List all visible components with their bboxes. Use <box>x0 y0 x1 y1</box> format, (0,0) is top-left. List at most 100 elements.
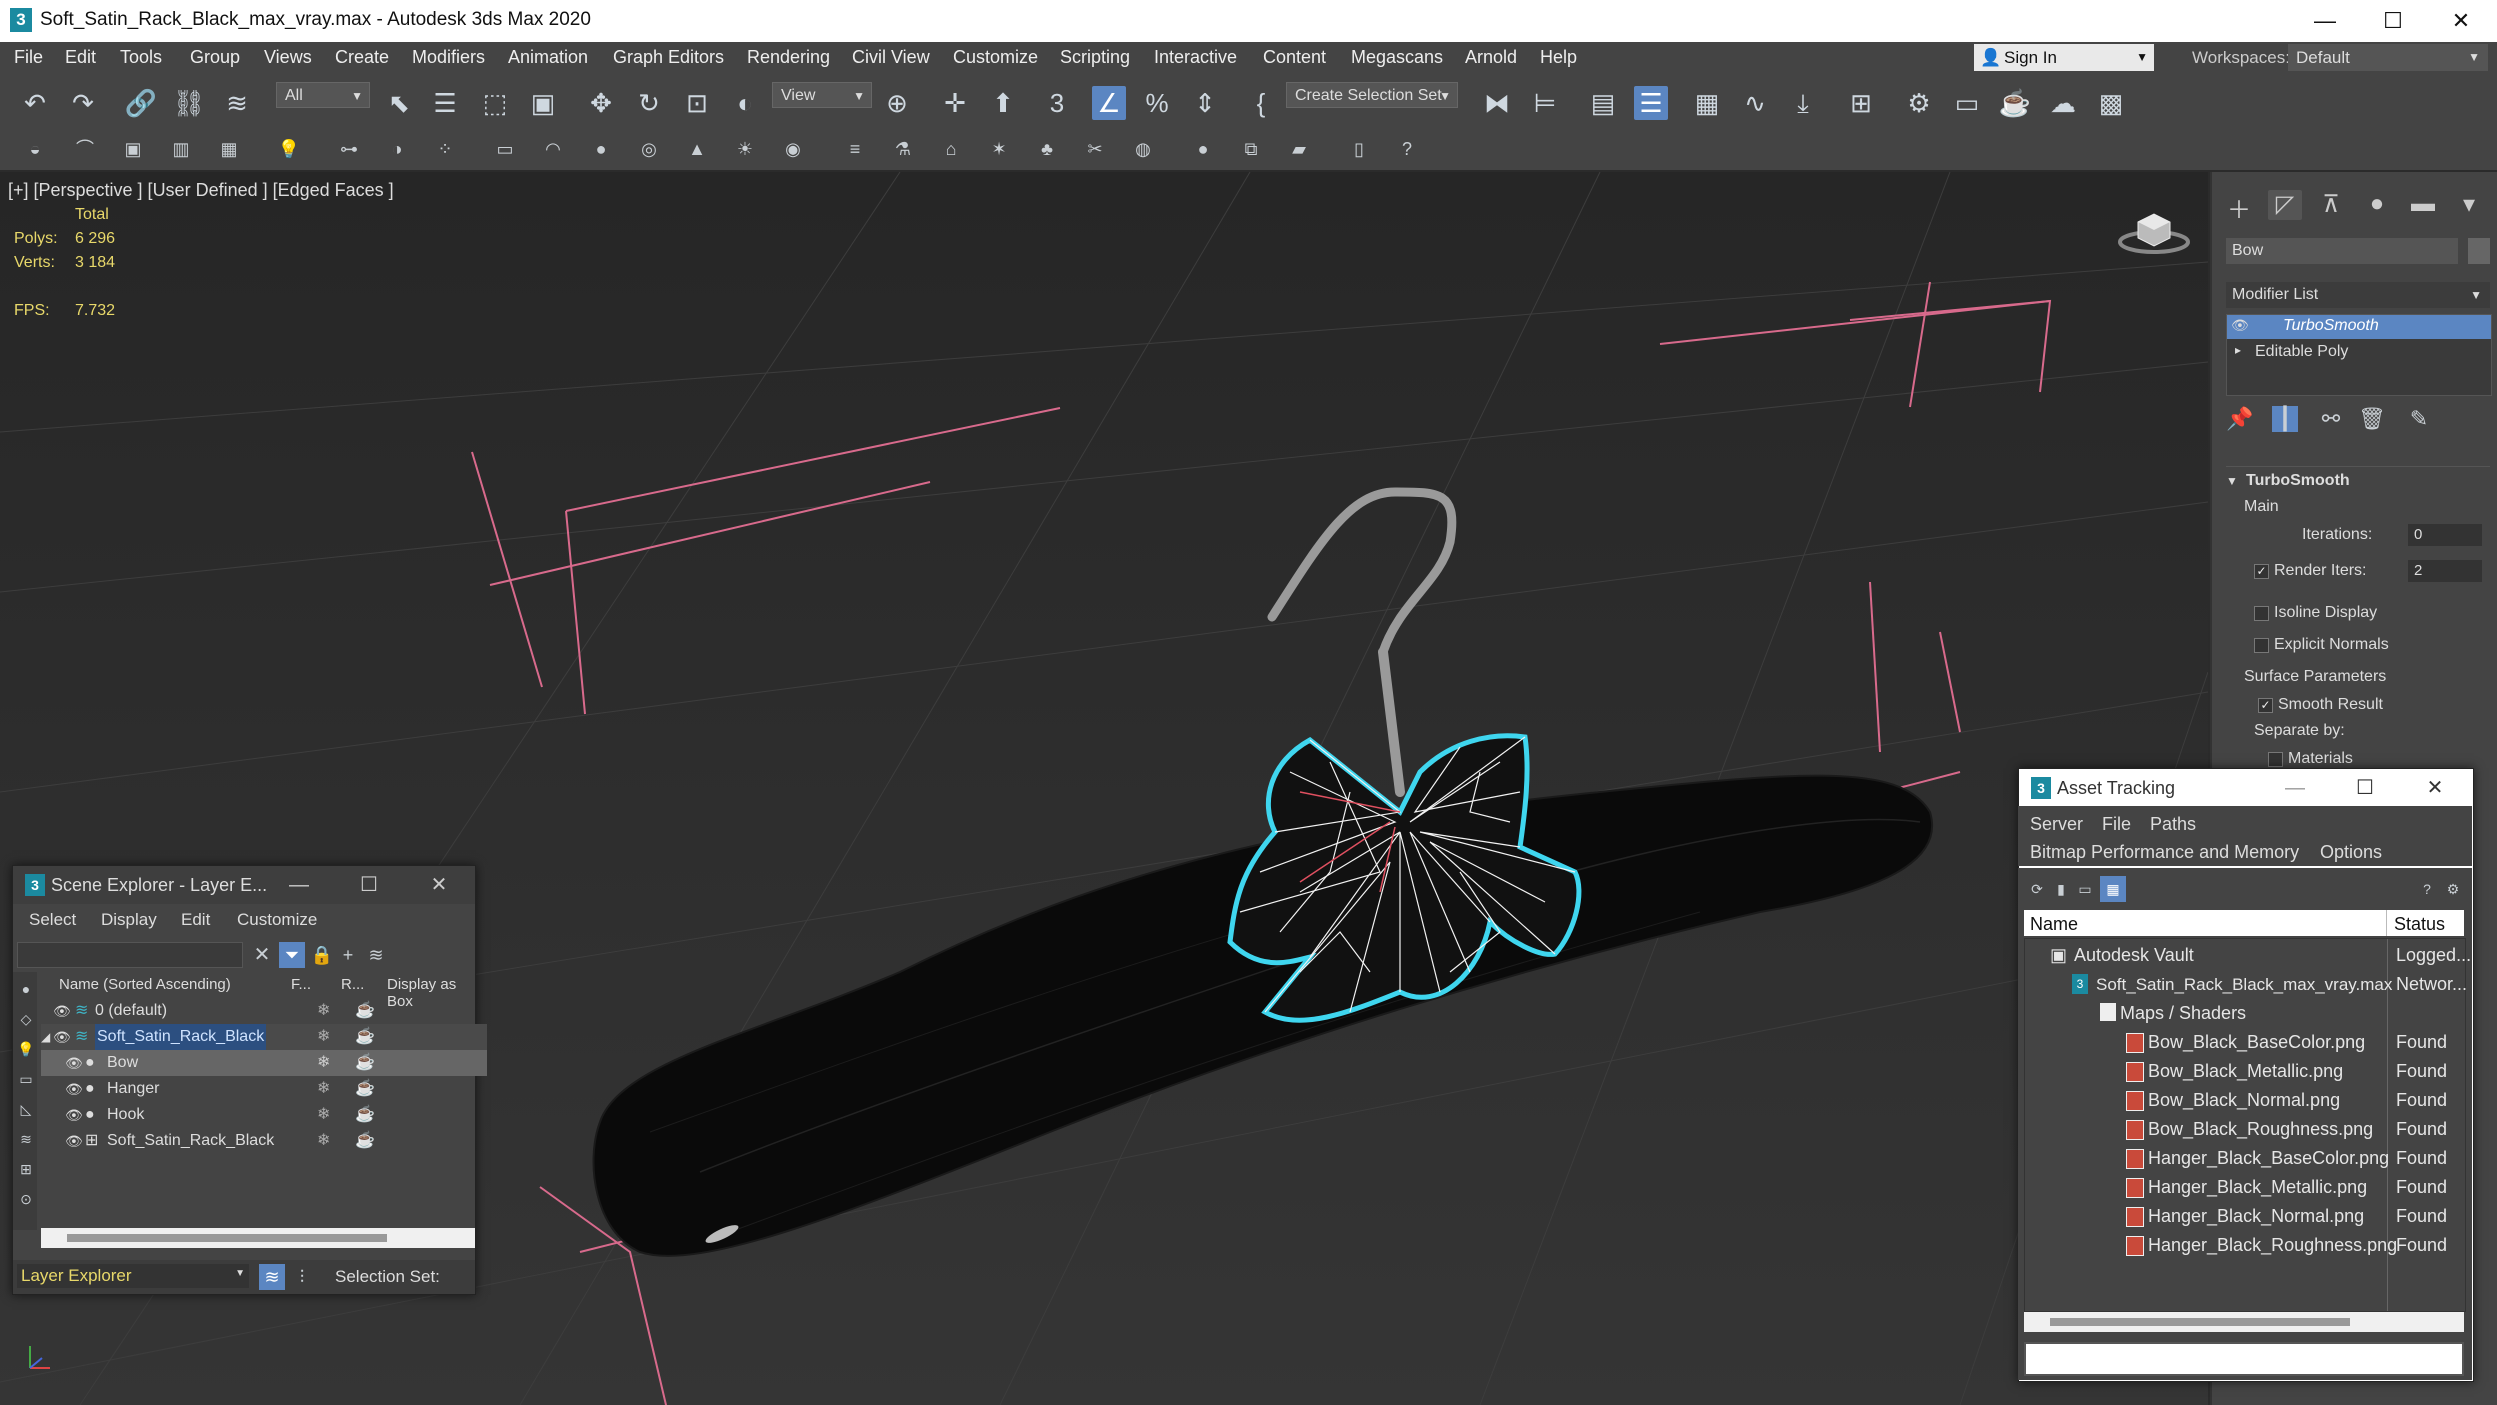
sphere-icon[interactable]: ● <box>588 136 614 162</box>
create-tab-icon[interactable]: ＋ <box>2222 190 2256 224</box>
snaps-toggle-icon[interactable]: 3 <box>1040 86 1074 120</box>
menu-display[interactable]: Display <box>101 910 157 930</box>
menu-file[interactable]: File <box>2102 814 2131 835</box>
asset-row[interactable]: Bow_Black_BaseColor.png Found <box>2026 1028 2464 1057</box>
render-iters-spinner[interactable]: 2 <box>2408 560 2482 582</box>
pivot-center-icon[interactable]: ⊕ <box>880 86 914 120</box>
select-object-icon[interactable]: ⬉ <box>382 86 416 120</box>
column-frozen[interactable]: F... <box>291 976 311 993</box>
asset-row[interactable]: ▣ Autodesk Vault Logged... <box>2026 941 2471 970</box>
smooth-result-checkbox[interactable]: ✓ <box>2258 698 2273 713</box>
plane-icon[interactable]: ▭ <box>492 136 518 162</box>
rollout-title[interactable]: TurboSmooth <box>2246 472 2350 490</box>
helper-icon[interactable]: ◑ <box>384 136 410 162</box>
light-filter-icon[interactable]: 💡 <box>13 1036 39 1062</box>
layer-icon[interactable]: ▥ <box>168 136 194 162</box>
column-name[interactable]: Name <box>2030 914 2078 935</box>
group-filter-icon[interactable]: ⊞ <box>13 1156 39 1182</box>
modifier-list-dropdown[interactable]: Modifier List ▼ <box>2226 282 2490 308</box>
minimize-button[interactable]: — <box>2290 0 2360 42</box>
mesh-export-icon[interactable]: ⌂ <box>938 136 964 162</box>
menu-megascans[interactable]: Megascans <box>1351 47 1443 68</box>
asset-tracking-titlebar[interactable]: 3 Asset Tracking — ☐ ✕ <box>2019 769 2473 807</box>
sun-icon[interactable]: ☀ <box>732 136 758 162</box>
asset-row[interactable]: Bow_Black_Normal.png Found <box>2026 1086 2464 1115</box>
move-icon[interactable]: ✥ <box>584 86 618 120</box>
camera-icon[interactable]: ⊶ <box>336 136 362 162</box>
show-end-result-icon[interactable]: ┃ <box>2272 406 2298 432</box>
settings-icon[interactable]: ▯ <box>1346 136 1372 162</box>
column-renderable[interactable]: R... <box>341 976 364 993</box>
materials-checkbox[interactable] <box>2268 752 2283 767</box>
menu-civil-view[interactable]: Civil View <box>852 47 930 68</box>
object-row[interactable]: 👁 ⊞ Soft_Satin_Rack_Black ❄ ☕ <box>41 1128 487 1154</box>
spinner-snap-icon[interactable]: ⇕ <box>1188 86 1222 120</box>
help-icon[interactable]: ? <box>1394 136 1420 162</box>
motion-tab-icon[interactable]: ● <box>2360 190 2394 220</box>
menu-paths[interactable]: Paths <box>2150 814 2196 835</box>
render-teapot-icon[interactable]: ☕ <box>355 1128 375 1154</box>
render-in-cloud-icon[interactable]: ☁ <box>2046 86 2080 120</box>
eye-icon[interactable]: 👁 <box>53 1024 73 1050</box>
maximize-button[interactable]: ☐ <box>349 870 389 900</box>
explicit-normals-checkbox[interactable] <box>2254 638 2269 653</box>
curve-editor-icon[interactable]: ∿ <box>1738 86 1772 120</box>
xref-filter-icon[interactable]: ⊙ <box>13 1186 39 1212</box>
plant-icon[interactable]: ♣ <box>1034 136 1060 162</box>
close-button[interactable]: ✕ <box>419 870 459 900</box>
rectangular-selection-icon[interactable]: ⬚ <box>478 86 512 120</box>
render-icon[interactable]: ▰ <box>1286 136 1312 162</box>
light-icon[interactable]: 💡 <box>276 136 302 162</box>
render-teapot-icon[interactable]: ☕ <box>355 1024 375 1050</box>
shape-icon[interactable]: ⌒ <box>72 136 98 162</box>
freeze-icon[interactable]: ❄ <box>317 1024 330 1050</box>
frame-buffer-icon[interactable]: ⧉ <box>1238 136 1264 162</box>
geometry-filter-icon[interactable]: ● <box>13 976 39 1002</box>
minimize-button[interactable]: — <box>279 870 319 900</box>
horizontal-scrollbar[interactable] <box>2024 1312 2464 1332</box>
maximize-button[interactable]: ☐ <box>2345 773 2385 803</box>
asset-row[interactable]: 3 Soft_Satin_Rack_Black_max_vray.max Net… <box>2026 970 2467 999</box>
viewcube[interactable] <box>2116 202 2192 256</box>
menu-graph-editors[interactable]: Graph Editors <box>613 47 724 68</box>
menu-bitmap-performance[interactable]: Bitmap Performance and Memory <box>2030 842 2299 863</box>
asset-row[interactable]: Hanger_Black_BaseColor.png Found <box>2026 1144 2464 1173</box>
material-ball-icon[interactable]: ● <box>1190 136 1216 162</box>
keyboard-shortcut-override-icon[interactable]: ⬆ <box>986 86 1020 120</box>
menu-arnold[interactable]: Arnold <box>1465 47 1517 68</box>
freeze-icon[interactable]: ❄ <box>317 1128 330 1154</box>
sign-in-dropdown[interactable]: 👤 Sign In ▼ <box>1974 44 2154 71</box>
asset-path-field[interactable] <box>2024 1342 2464 1376</box>
material-editor-icon[interactable]: ▩ <box>2094 86 2128 120</box>
align-icon[interactable]: ⊨ <box>1528 86 1562 120</box>
menu-server[interactable]: Server <box>2030 814 2083 835</box>
angle-snap-icon[interactable]: ∠ <box>1092 86 1126 120</box>
fur-icon[interactable]: ≡ <box>842 136 868 162</box>
stack-item-editable-poly[interactable]: ▸ Editable Poly <box>2227 341 2491 365</box>
layer-explorer-toggle-icon[interactable]: ☰ <box>1634 86 1668 120</box>
add-layer-icon[interactable]: + <box>335 942 361 968</box>
chevron-down-icon[interactable]: ▼ <box>2226 474 2238 488</box>
window-crossing-icon[interactable]: ▣ <box>526 86 560 120</box>
make-unique-icon[interactable]: ⚯ <box>2318 406 2344 432</box>
select-by-name-icon[interactable]: ☰ <box>428 86 462 120</box>
minimize-button[interactable]: — <box>2275 773 2315 803</box>
object-color-swatch[interactable] <box>2468 238 2490 264</box>
horizontal-scrollbar[interactable] <box>41 1228 475 1248</box>
box-icon[interactable]: ▣ <box>120 136 146 162</box>
menu-edit[interactable]: Edit <box>65 47 96 68</box>
asset-row[interactable]: Hanger_Black_Normal.png Found <box>2026 1202 2464 1231</box>
placement-icon[interactable]: ◐ <box>728 86 762 120</box>
menu-rendering[interactable]: Rendering <box>747 47 830 68</box>
display-tab-icon[interactable]: ▬ <box>2406 190 2440 220</box>
redo-icon[interactable]: ↷ <box>66 86 100 120</box>
explorer-type-dropdown[interactable]: Layer Explorer ▼ <box>17 1264 249 1288</box>
column-status[interactable]: Status <box>2394 914 2445 935</box>
iterations-spinner[interactable]: 0 <box>2408 524 2482 546</box>
table-view-icon[interactable]: ▭ <box>2072 876 2098 902</box>
dome-icon[interactable]: ◠ <box>540 136 566 162</box>
decal-icon[interactable]: ✂ <box>1082 136 1108 162</box>
configure-modifier-sets-icon[interactable]: ✎ <box>2406 406 2432 432</box>
create-selection-set-dropdown[interactable]: Create Selection Set ▼ <box>1286 82 1458 108</box>
scatter-icon[interactable]: ◍ <box>1130 136 1156 162</box>
